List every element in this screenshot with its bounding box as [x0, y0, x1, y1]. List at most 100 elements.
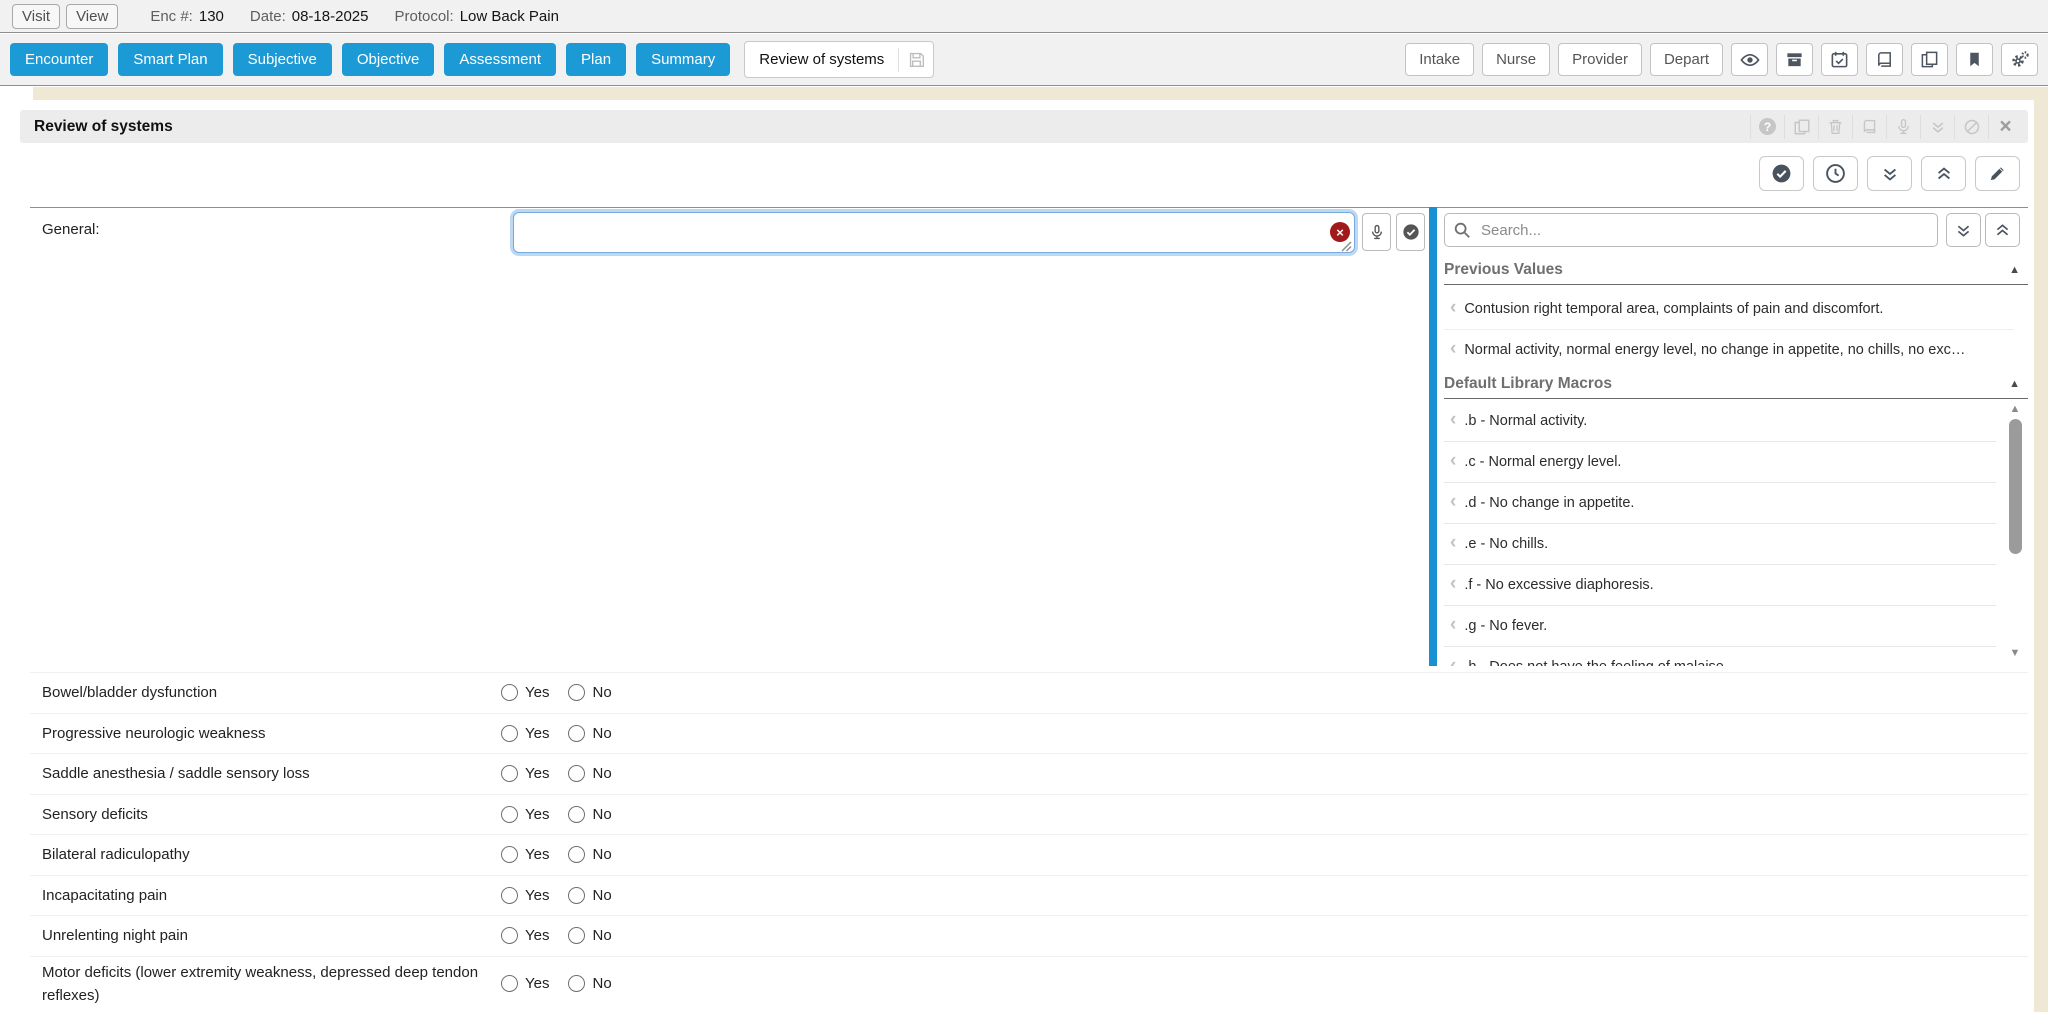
- radio-button[interactable]: [501, 927, 518, 944]
- panel-expand-button[interactable]: [1946, 213, 1981, 247]
- library-button[interactable]: [1866, 43, 1903, 76]
- macros-button[interactable]: [1852, 115, 1886, 139]
- book-icon: [1875, 50, 1894, 69]
- radio-button[interactable]: [568, 765, 585, 782]
- copy-note-button[interactable]: [1784, 115, 1818, 139]
- edit-button[interactable]: [1975, 156, 2020, 191]
- cancel-button[interactable]: [1954, 115, 1988, 139]
- stage-button[interactable]: Nurse: [1482, 43, 1550, 76]
- radio-button[interactable]: [501, 975, 518, 992]
- accept-field-button[interactable]: [1396, 213, 1425, 251]
- panel-collapse-button[interactable]: [1985, 213, 2020, 247]
- nav-tab[interactable]: Plan: [566, 43, 626, 76]
- radio-button[interactable]: [568, 846, 585, 863]
- radio-button[interactable]: [568, 684, 585, 701]
- tab-bar: Encounter Smart Plan Subjective Objective As…: [0, 34, 2048, 86]
- scroll-up-icon[interactable]: ▲: [2008, 403, 2022, 415]
- visit-button[interactable]: Visit: [12, 4, 60, 29]
- previous-value-item[interactable]: ‹ Contusion right temporal area, complai…: [1444, 289, 2014, 329]
- resize-grip[interactable]: [1341, 241, 1352, 252]
- nav-tab[interactable]: Summary: [636, 43, 730, 76]
- previous-values-header[interactable]: Previous Values ▲: [1444, 255, 2028, 285]
- macro-item[interactable]: ‹ .d - No change in appetite.: [1444, 483, 1996, 524]
- stage-button[interactable]: Intake: [1405, 43, 1474, 76]
- yes-option[interactable]: Yes: [501, 806, 549, 823]
- radio-button[interactable]: [501, 725, 518, 742]
- radio-button[interactable]: [501, 684, 518, 701]
- help-button[interactable]: ?: [1750, 115, 1784, 139]
- radio-button[interactable]: [568, 927, 585, 944]
- history-button[interactable]: [1813, 156, 1858, 191]
- yes-option[interactable]: Yes: [501, 725, 549, 742]
- radio-button[interactable]: [501, 765, 518, 782]
- yes-option[interactable]: Yes: [501, 975, 549, 992]
- search-box: [1444, 213, 1938, 247]
- delete-button[interactable]: [1818, 115, 1852, 139]
- copy-button[interactable]: [1911, 43, 1948, 76]
- no-option[interactable]: No: [568, 806, 611, 823]
- yes-option[interactable]: Yes: [501, 684, 549, 701]
- macro-item[interactable]: ‹ .f - No excessive diaphoresis.: [1444, 565, 1996, 606]
- archive-button[interactable]: [1776, 43, 1813, 76]
- radio-button[interactable]: [501, 806, 518, 823]
- no-option[interactable]: No: [568, 927, 611, 944]
- eye-button[interactable]: [1731, 43, 1768, 76]
- radio-button[interactable]: [568, 975, 585, 992]
- no-option[interactable]: No: [568, 765, 611, 782]
- close-button[interactable]: ×: [1988, 115, 2022, 139]
- macro-item[interactable]: ‹ .e - No chills.: [1444, 524, 1996, 565]
- no-option[interactable]: No: [568, 887, 611, 904]
- confirm-button[interactable]: [1759, 156, 1804, 191]
- expand-all-button[interactable]: [1920, 115, 1954, 139]
- radio-button[interactable]: [568, 887, 585, 904]
- macro-item[interactable]: ‹ .c - Normal energy level.: [1444, 442, 1996, 483]
- microphone-icon: [1895, 118, 1912, 135]
- collapse-down-button[interactable]: [1867, 156, 1912, 191]
- stage-button[interactable]: Depart: [1650, 43, 1723, 76]
- nav-tabs: Encounter Smart Plan Subjective Objective As…: [10, 43, 740, 76]
- tab-review-of-systems[interactable]: Review of systems: [744, 41, 934, 78]
- yes-option[interactable]: Yes: [501, 887, 549, 904]
- yes-option[interactable]: Yes: [501, 927, 549, 944]
- check-circle-icon: [1402, 223, 1420, 241]
- stage-button[interactable]: Provider: [1558, 43, 1642, 76]
- yes-option[interactable]: Yes: [501, 846, 549, 863]
- question-label: Progressive neurologic weakness: [42, 722, 501, 745]
- collapse-up-button[interactable]: [1921, 156, 1966, 191]
- scrollbar-thumb[interactable]: [2009, 419, 2022, 554]
- nav-tab[interactable]: Encounter: [10, 43, 108, 76]
- yes-option[interactable]: Yes: [501, 765, 549, 782]
- general-input[interactable]: [513, 212, 1355, 253]
- nav-tab[interactable]: Smart Plan: [118, 43, 222, 76]
- question-label: Incapacitating pain: [42, 884, 501, 907]
- yes-label: Yes: [525, 846, 549, 863]
- macro-list: ‹ .b - Normal activity. ‹ .c - Normal en…: [1444, 401, 2028, 666]
- nav-tab[interactable]: Subjective: [233, 43, 332, 76]
- dictate-button[interactable]: [1886, 115, 1920, 139]
- calendar-button[interactable]: [1821, 43, 1858, 76]
- previous-value-item[interactable]: ‹ Normal activity, normal energy level, …: [1444, 329, 2014, 369]
- no-option[interactable]: No: [568, 975, 611, 992]
- nav-tab[interactable]: Objective: [342, 43, 435, 76]
- radio-button[interactable]: [501, 887, 518, 904]
- macro-item[interactable]: ‹ .h - Does not have the feeling of mala…: [1444, 647, 1996, 666]
- radio-button[interactable]: [568, 725, 585, 742]
- no-option[interactable]: No: [568, 684, 611, 701]
- panel-accent-bar: [1429, 207, 1437, 666]
- scroll-down-icon[interactable]: ▼: [2008, 647, 2022, 659]
- search-input[interactable]: [1444, 213, 1938, 247]
- question-row: Incapacitating pain Yes No: [30, 875, 2028, 916]
- bookmark-button[interactable]: [1956, 43, 1993, 76]
- no-option[interactable]: No: [568, 725, 611, 742]
- radio-button[interactable]: [501, 846, 518, 863]
- no-option[interactable]: No: [568, 846, 611, 863]
- macro-item[interactable]: ‹ .b - Normal activity.: [1444, 401, 1996, 442]
- macros-header[interactable]: Default Library Macros ▲: [1444, 369, 2028, 399]
- macro-item[interactable]: ‹ .g - No fever.: [1444, 606, 1996, 647]
- dictate-field-button[interactable]: [1362, 213, 1391, 251]
- settings-button[interactable]: [2001, 43, 2038, 76]
- clear-field-icon[interactable]: ×: [1330, 222, 1350, 242]
- nav-tab[interactable]: Assessment: [444, 43, 556, 76]
- view-button[interactable]: View: [66, 4, 118, 29]
- radio-button[interactable]: [568, 806, 585, 823]
